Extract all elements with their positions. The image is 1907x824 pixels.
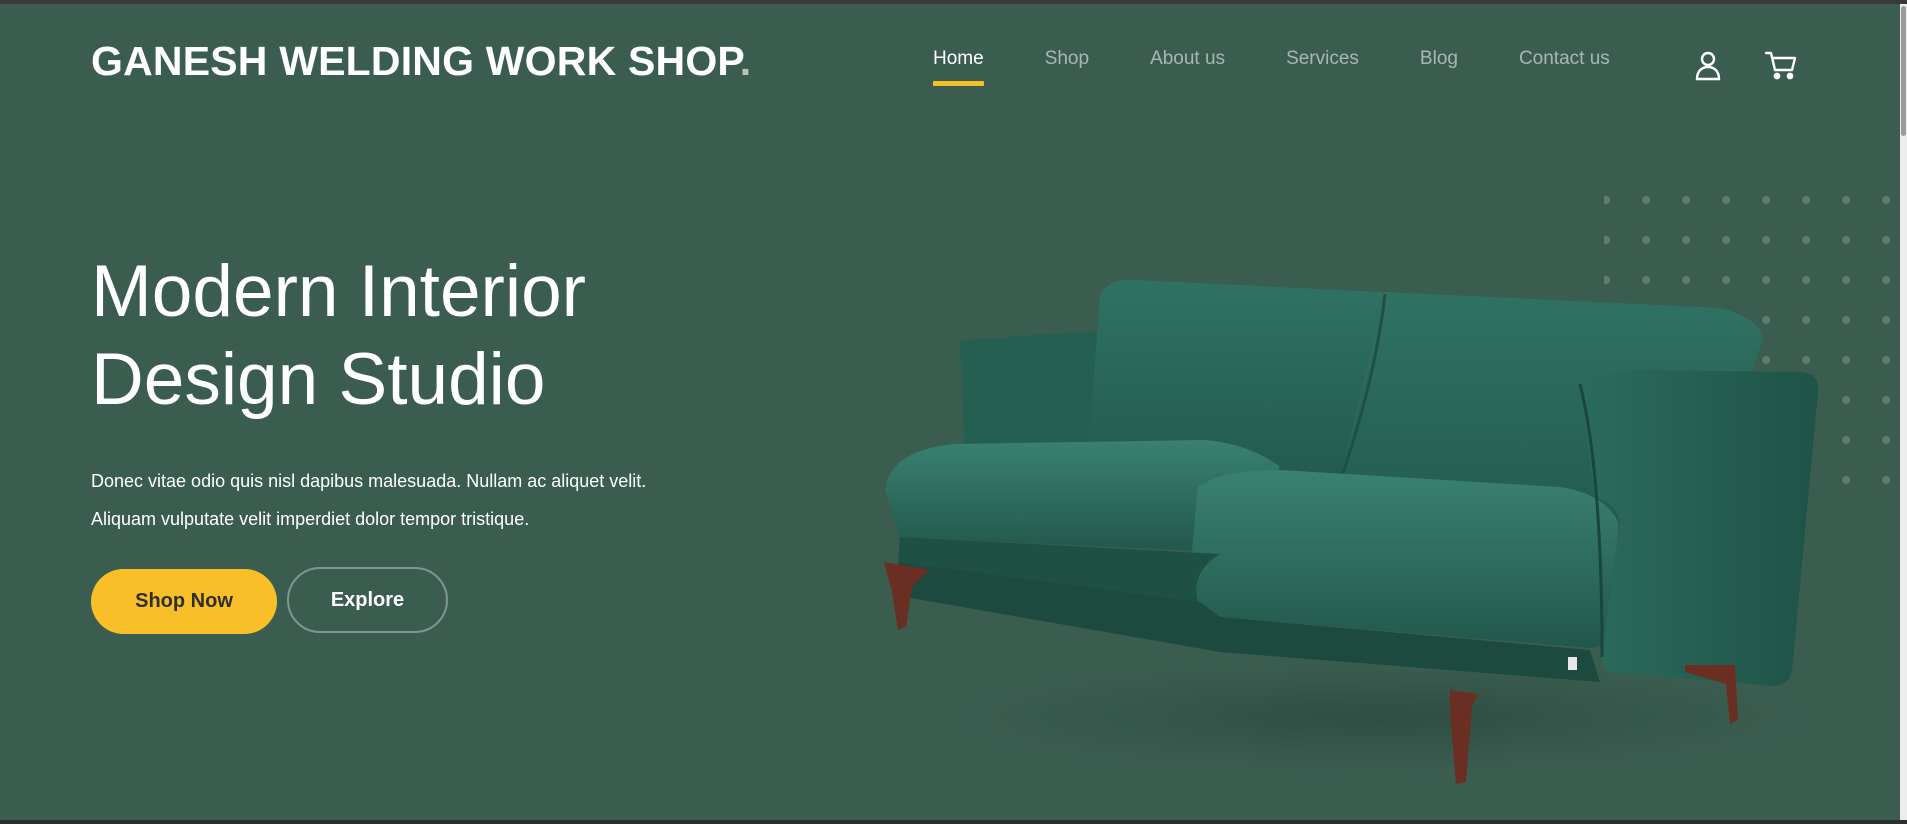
decoration-dot [1842, 356, 1850, 364]
nav-item-blog[interactable]: Blog [1420, 48, 1458, 70]
window-frame-bottom [0, 820, 1907, 824]
decoration-dot [1882, 196, 1890, 204]
decoration-dot [1802, 236, 1810, 244]
decoration-dot [1722, 236, 1730, 244]
nav-item-services[interactable]: Services [1286, 48, 1359, 70]
decoration-dot [1842, 436, 1850, 444]
nav-item-home[interactable]: Home [933, 48, 984, 86]
decoration-dot [1882, 316, 1890, 324]
page-scrollbar[interactable] [1900, 4, 1907, 820]
decoration-dot [1842, 476, 1850, 484]
decoration-dot [1682, 236, 1690, 244]
decoration-dot [1882, 236, 1890, 244]
decoration-dot [1842, 396, 1850, 404]
brand-logo[interactable]: GANESH WELDING WORK SHOP. [91, 38, 751, 85]
decoration-dot [1682, 196, 1690, 204]
main-nav: Home Shop About us Services Blog Contact… [933, 48, 1671, 86]
decoration-dot [1642, 196, 1650, 204]
decoration-dot [1842, 236, 1850, 244]
decoration-dot [1842, 316, 1850, 324]
hero-description-line-2: Aliquam vulputate velit imperdiet dolor … [91, 509, 530, 529]
decoration-dot [1842, 196, 1850, 204]
hero-section: GANESH WELDING WORK SHOP. Home Shop Abou… [0, 4, 1900, 820]
decoration-dot [1842, 276, 1850, 284]
nav-item-about-us[interactable]: About us [1150, 48, 1225, 70]
scrollbar-thumb[interactable] [1901, 6, 1906, 136]
decoration-dot [1882, 396, 1890, 404]
hero-title: Modern Interior Design Studio [91, 248, 711, 424]
hero-description: Donec vitae odio quis nisl dapibus males… [91, 462, 711, 538]
decoration-dot [1802, 196, 1810, 204]
decoration-dot [1722, 196, 1730, 204]
explore-button[interactable]: Explore [287, 567, 448, 633]
brand-dot: . [739, 38, 752, 84]
hero-title-line-2: Design Studio [91, 339, 546, 420]
decoration-dot [1604, 196, 1610, 204]
decoration-dot [1882, 356, 1890, 364]
brand-name: GANESH WELDING WORK SHOP [91, 38, 740, 84]
cart-icon[interactable] [1764, 48, 1798, 82]
decoration-dot [1882, 436, 1890, 444]
decoration-dot [1882, 276, 1890, 284]
nav-item-shop[interactable]: Shop [1045, 48, 1089, 70]
decoration-dot [1882, 476, 1890, 484]
decoration-dot [1762, 196, 1770, 204]
user-icon[interactable] [1691, 48, 1725, 82]
decoration-dot [1762, 236, 1770, 244]
decoration-dot [1642, 236, 1650, 244]
hero-description-line-1: Donec vitae odio quis nisl dapibus males… [91, 471, 647, 491]
decoration-dot [1604, 236, 1610, 244]
hero-title-line-1: Modern Interior [91, 251, 586, 332]
shop-now-button[interactable]: Shop Now [91, 569, 277, 634]
nav-item-contact-us[interactable]: Contact us [1519, 48, 1610, 70]
sofa-image [884, 279, 1819, 784]
